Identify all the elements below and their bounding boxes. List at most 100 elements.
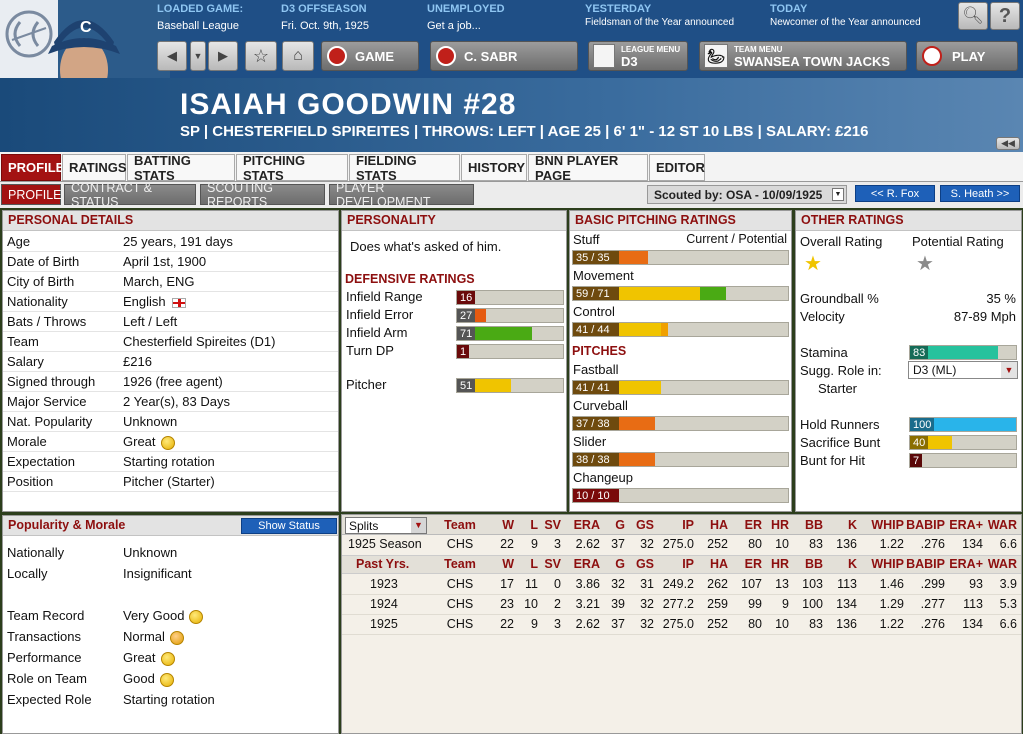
stats-column-header[interactable]: GS [636,557,654,571]
stats-column-header[interactable]: K [848,518,857,532]
tab-history[interactable]: HISTORY [461,154,527,181]
history-dropdown[interactable]: ▼ [190,41,206,71]
player-name: ISAIAH GOODWIN #28 [180,88,517,121]
defensive-rating-bar: 51 [456,378,564,393]
stats-column-header[interactable]: HR [771,557,789,571]
stats-column-header[interactable]: IP [682,518,694,532]
stats-column-header[interactable]: ER [745,518,762,532]
personal-label: Signed through [7,374,96,389]
stats-column-header[interactable]: BB [805,518,823,532]
personal-label: Expectation [7,454,75,469]
pitching-rating-bar: 37 / 38 [572,416,789,431]
league-menu-button[interactable]: LEAGUE MENU D3 [588,41,688,71]
stats-column-header[interactable]: WAR [988,518,1017,532]
personal-value: Left / Left [123,314,177,329]
collapse-banner-button[interactable]: ◀◀ [996,137,1020,150]
stats-column-header[interactable]: ER [745,557,762,571]
yesterday-news[interactable]: Fieldsman of the Year announced [585,17,734,28]
stats-column-header[interactable]: K [848,557,857,571]
stats-column-header[interactable]: L [530,557,538,571]
double-chevron-left-icon: ◀◀ [1001,138,1015,148]
stats-column-header[interactable]: BB [805,557,823,571]
stats-column-header[interactable]: W [502,518,514,532]
stats-column-header[interactable]: BABIP [906,518,945,532]
stats-column-header[interactable]: WHIP [871,557,904,571]
personal-value: 2 Year(s), 83 Days [123,394,230,409]
favorite-button[interactable]: ☆ [245,41,277,71]
subtab-scouting-reports[interactable]: SCOUTING REPORTS [200,181,325,209]
stats-column-header[interactable]: G [615,557,625,571]
stats-column-header[interactable]: GS [636,518,654,532]
past-years-label: Past Yrs. [356,557,410,571]
personal-value: English [123,294,186,309]
swan-logo-icon: 🦢︎ [704,44,728,68]
stats-column-header[interactable]: SV [544,557,561,571]
splits-select[interactable]: Splits ▼ [345,517,427,534]
subtab-player-development[interactable]: PLAYER DEVELOPMENT [329,181,474,209]
defensive-ratings-title: DEFENSIVE RATINGS [345,272,475,286]
tab-batting-stats[interactable]: BATTING STATS [127,153,235,183]
stats-cell: .276 [920,617,945,631]
help-button[interactable]: ? [990,2,1020,30]
year-label: 1924 [370,597,398,611]
stats-cell: 9 [531,617,538,631]
stats-column-header[interactable]: Team [435,557,485,571]
personality-panel: PERSONALITY Does what's asked of him. DE… [341,210,567,512]
tab-pitching-stats[interactable]: PITCHING STATS [236,153,348,183]
subtab-profile[interactable]: PROFILE [1,184,62,205]
play-button[interactable]: PLAY [916,41,1018,71]
tab-editor[interactable]: EDITOR [649,154,705,181]
england-flag-icon [171,297,186,308]
sacrifice-bunt-value: 40 [910,436,929,449]
stats-column-header[interactable]: W [502,557,514,571]
stats-column-header[interactable]: ERA+ [949,518,983,532]
role-league-select[interactable]: D3 (ML) ▼ [908,361,1018,379]
stats-column-header[interactable]: HA [710,518,728,532]
stats-column-header[interactable]: HR [771,518,789,532]
stats-column-header[interactable]: SV [544,518,561,532]
stats-column-header[interactable]: Team [435,518,485,532]
search-button[interactable]: 🔍︎ [958,2,988,30]
prev-player-button[interactable]: << R. Fox [855,185,935,202]
stats-column-header[interactable]: WAR [988,557,1017,571]
team-menu-button[interactable]: 🦢︎ TEAM MENU SWANSEA TOWN JACKS [699,41,907,71]
stats-column-header[interactable]: WHIP [871,518,904,532]
scout-select[interactable]: Scouted by: OSA - 10/09/1925 ▼ [647,185,847,204]
home-button[interactable]: ⌂ [282,41,314,71]
stats-column-header[interactable]: L [530,518,538,532]
tab-fielding-stats[interactable]: FIELDING STATS [349,153,460,183]
defensive-rating-label: Infield Arm [346,325,408,340]
next-player-button[interactable]: S. Heath >> [940,185,1020,202]
game-menu-button[interactable]: GAME [321,41,419,71]
stats-column-header[interactable]: HA [710,557,728,571]
popularity-value-text: Starting rotation [123,692,215,707]
personal-label: Morale [7,434,47,449]
stats-cell: 22 [500,617,514,631]
stats-cell: 1.29 [879,597,904,611]
stats-cell: 5.3 [999,597,1017,611]
back-button[interactable]: ◀ [157,41,187,71]
subtab-contract-status[interactable]: CONTRACT & STATUS [64,181,196,209]
show-status-button[interactable]: Show Status [241,518,337,534]
tab-ratings[interactable]: RATINGS [62,154,127,181]
personal-label: Team [7,334,39,349]
stats-column-header[interactable]: ERA [574,557,600,571]
personal-value-text: 1926 (free agent) [123,374,223,389]
stats-cell: .276 [920,537,945,551]
status-value[interactable]: Get a job... [427,20,481,32]
stats-cell: 100 [802,597,823,611]
stats-column-header[interactable]: G [615,518,625,532]
stats-cell: 32 [640,597,654,611]
stats-column-header[interactable]: ERA+ [949,557,983,571]
forward-button[interactable]: ▶ [208,41,238,71]
stats-column-header[interactable]: IP [682,557,694,571]
stats-column-header[interactable]: BABIP [906,557,945,571]
tab-profile[interactable]: PROFILE [1,154,64,181]
today-news[interactable]: Newcomer of the Year announced [770,17,921,28]
stats-column-header[interactable]: ERA [574,518,600,532]
stats-cell: 31 [640,577,654,591]
personal-label: Date of Birth [7,254,80,269]
tab-bnn-player-page[interactable]: BNN PLAYER PAGE [528,153,648,183]
stats-cell: 2.62 [575,617,600,631]
team-home-button[interactable]: C. SABR [430,41,578,71]
